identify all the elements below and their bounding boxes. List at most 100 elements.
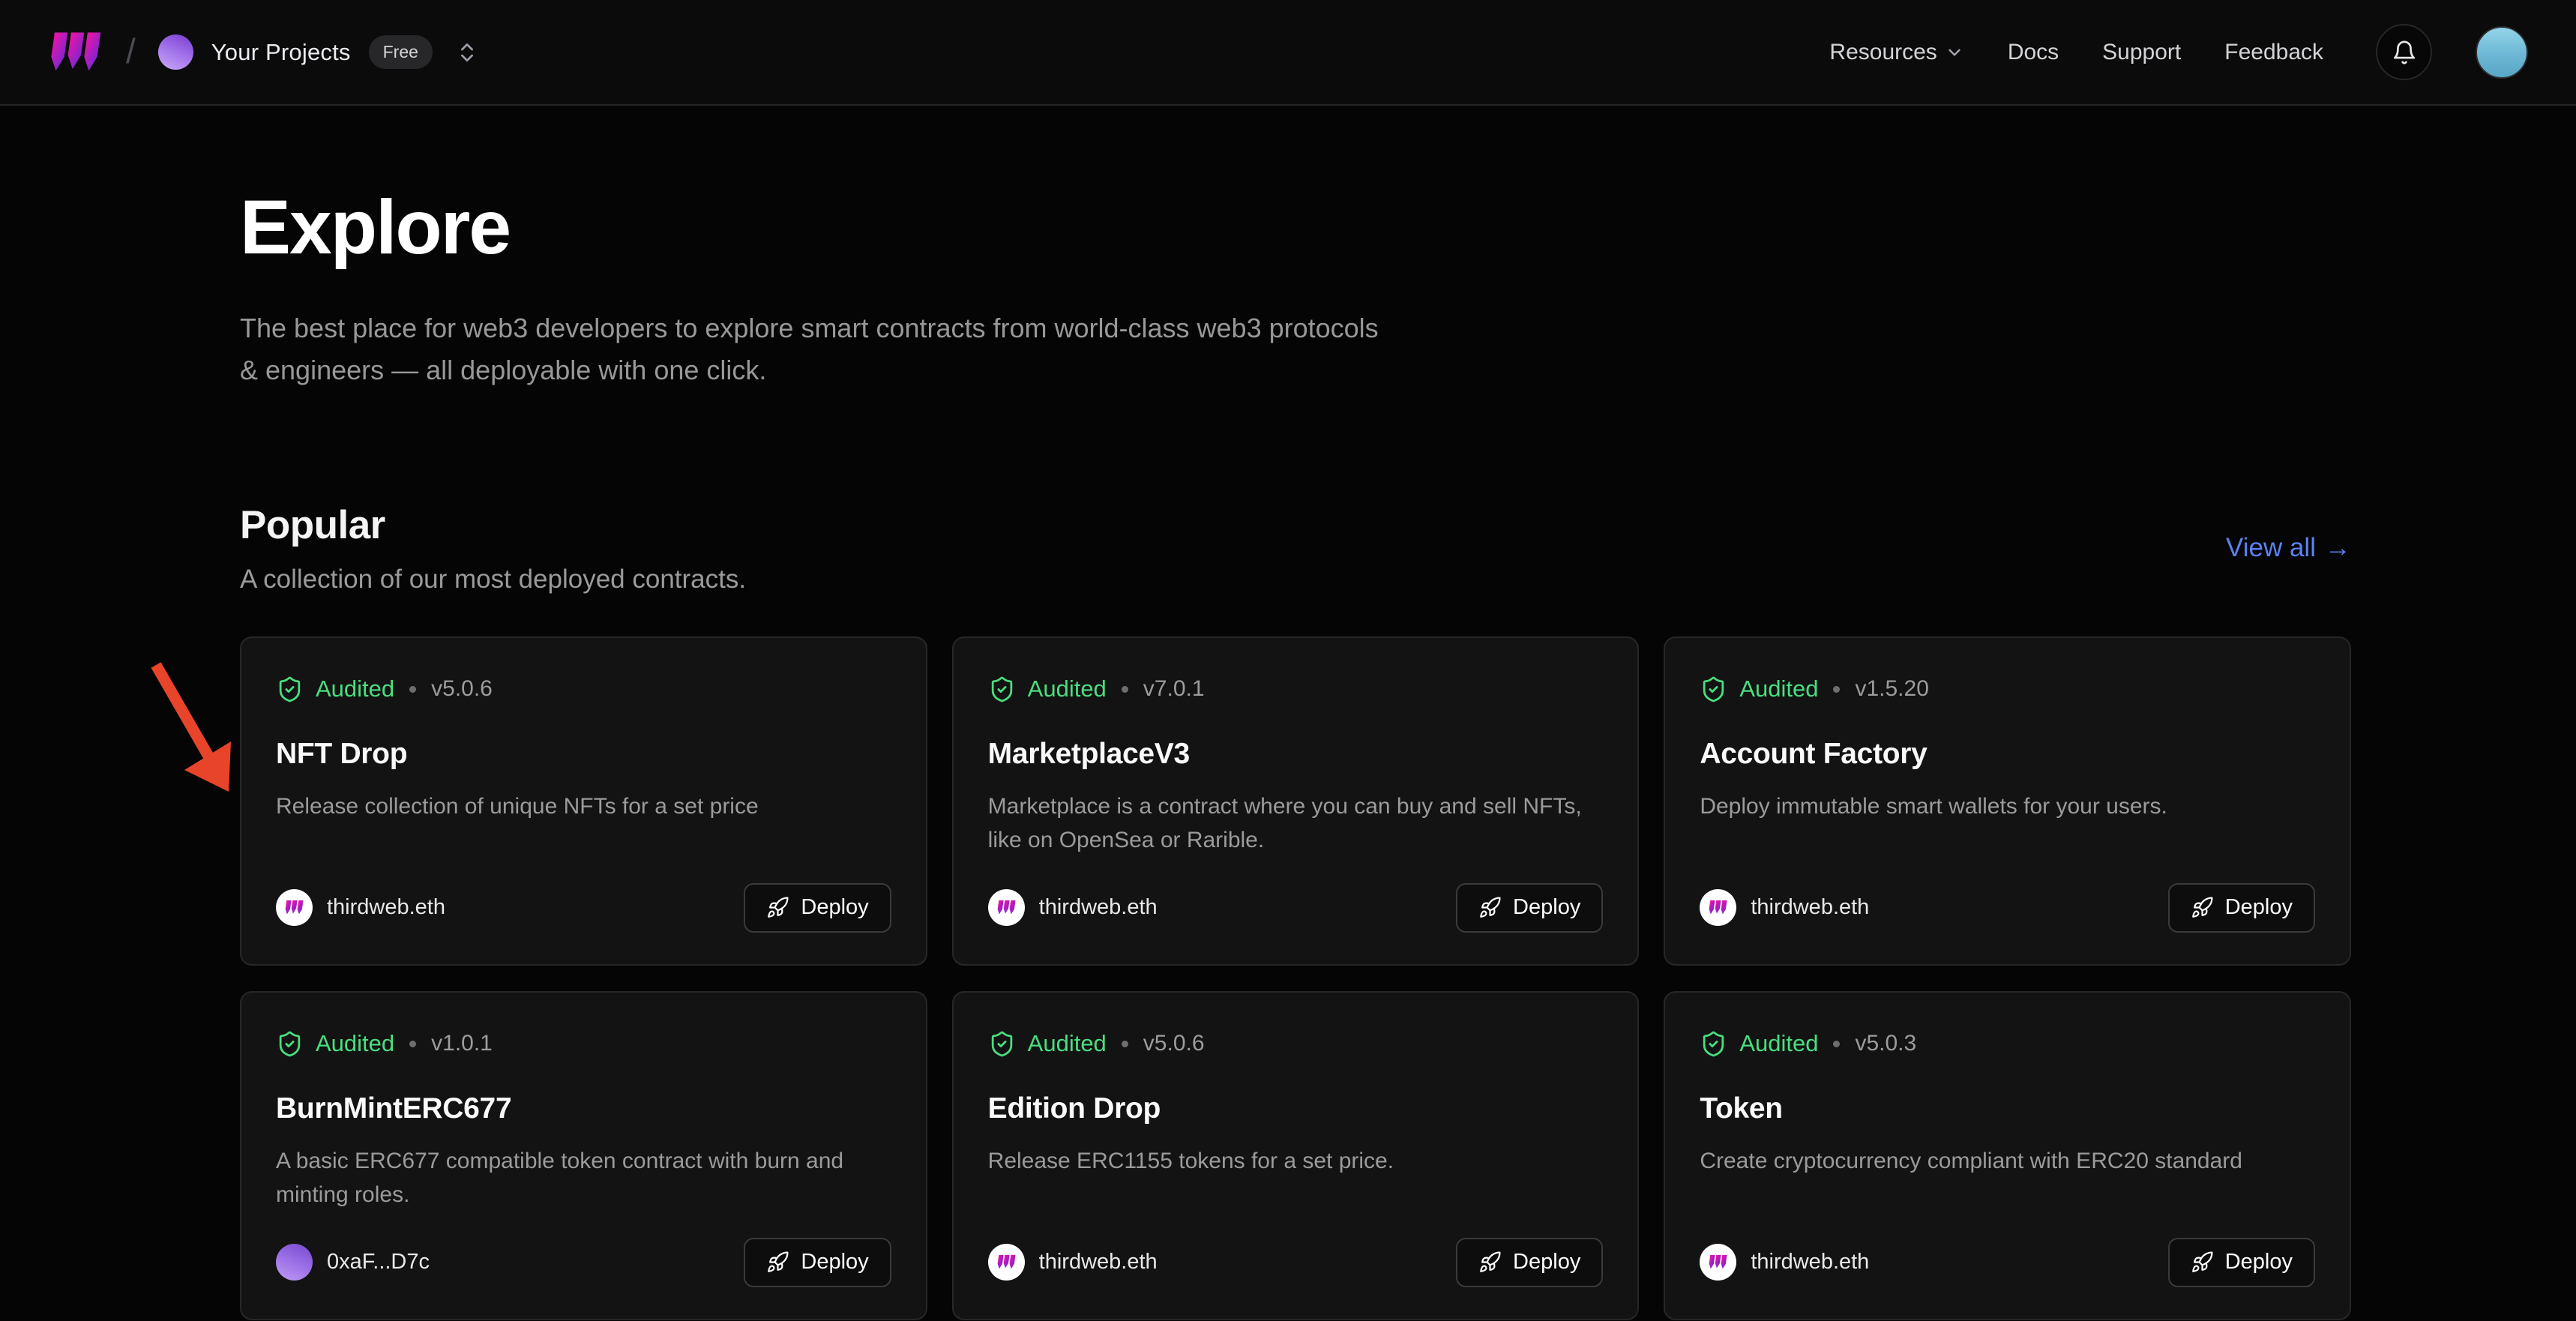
publisher-name: thirdweb.eth (1751, 1250, 1869, 1275)
contract-card-grid: Audited v5.0.6 NFT Drop Release collecti… (240, 637, 2351, 1320)
publisher[interactable]: thirdweb.eth (988, 1244, 1158, 1281)
dot-separator (1122, 1041, 1128, 1047)
shield-check-icon (1700, 1030, 1727, 1058)
page-title: Explore (240, 106, 2351, 271)
contract-title: Account Factory (1700, 738, 2315, 771)
thirdweb-logo-icon[interactable] (48, 31, 103, 74)
deploy-button[interactable]: Deploy (1456, 1238, 1603, 1287)
page-subtitle: The best place for web3 developers to ex… (240, 307, 1387, 391)
contract-card[interactable]: Audited v1.0.1 BurnMintERC677 A basic ER… (240, 991, 927, 1320)
contract-title: MarketplaceV3 (988, 738, 1604, 771)
rocket-icon (2191, 896, 2214, 919)
rocket-icon (766, 1251, 789, 1274)
contract-version: v5.0.6 (1143, 1031, 1205, 1056)
view-all-label: View all (2226, 533, 2316, 563)
publisher-name: thirdweb.eth (1039, 1250, 1158, 1275)
view-all-link[interactable]: View all → (2226, 533, 2351, 563)
publisher[interactable]: thirdweb.eth (276, 889, 445, 926)
shield-check-icon (276, 1030, 304, 1058)
dot-separator (1833, 686, 1840, 693)
contract-title: BurnMintERC677 (276, 1092, 891, 1125)
deploy-button-label: Deploy (1513, 1250, 1580, 1275)
contract-version: v1.5.20 (1855, 676, 1928, 702)
audited-badge: Audited (1739, 675, 1818, 702)
deploy-button[interactable]: Deploy (2168, 883, 2315, 933)
audited-badge: Audited (316, 675, 394, 702)
notifications-button[interactable] (2376, 24, 2432, 80)
chevron-down-icon (1945, 43, 1964, 62)
breadcrumb-separator: / (126, 31, 136, 71)
shield-check-icon (1700, 675, 1727, 703)
deploy-button[interactable]: Deploy (1456, 883, 1603, 933)
publisher[interactable]: thirdweb.eth (1700, 1244, 1869, 1281)
publisher[interactable]: thirdweb.eth (988, 889, 1158, 926)
contract-version: v7.0.1 (1143, 676, 1205, 702)
contract-title: Token (1700, 1092, 2315, 1125)
top-nav: / Your Projects Free Resources Docs Supp… (0, 0, 2576, 106)
contract-version: v5.0.6 (431, 676, 493, 702)
project-switcher[interactable]: Your Projects Free (158, 34, 479, 70)
nav-feedback[interactable]: Feedback (2224, 40, 2323, 65)
nav-resources[interactable]: Resources (1829, 40, 1963, 65)
rocket-icon (766, 896, 789, 919)
audited-badge: Audited (316, 1030, 394, 1057)
chevrons-up-down-icon[interactable] (455, 40, 479, 64)
publisher-avatar (1700, 1244, 1736, 1281)
deploy-button[interactable]: Deploy (744, 1238, 891, 1287)
contract-description: Deploy immutable smart wallets for your … (1700, 789, 2315, 823)
publisher[interactable]: thirdweb.eth (1700, 889, 1869, 926)
audited-badge: Audited (1028, 1030, 1107, 1057)
publisher-avatar (988, 889, 1025, 926)
nav-docs[interactable]: Docs (2008, 40, 2059, 65)
dot-separator (409, 686, 416, 693)
contract-version: v1.0.1 (431, 1031, 493, 1056)
rocket-icon (2191, 1251, 2214, 1274)
project-avatar (158, 34, 193, 70)
publisher-avatar (276, 889, 313, 926)
contract-description: Create cryptocurrency compliant with ERC… (1700, 1144, 2315, 1178)
deploy-button-label: Deploy (801, 895, 868, 920)
audited-badge: Audited (1028, 675, 1107, 702)
rocket-icon (1478, 1251, 1502, 1274)
thirdweb-mini-logo-icon (996, 1254, 1017, 1270)
deploy-button-label: Deploy (1513, 895, 1580, 920)
shield-check-icon (988, 1030, 1016, 1058)
contract-card[interactable]: Audited v1.5.20 Account Factory Deploy i… (1664, 637, 2351, 966)
publisher[interactable]: 0xaF...D7c (276, 1244, 430, 1281)
shield-check-icon (276, 675, 304, 703)
deploy-button-label: Deploy (2225, 1250, 2293, 1275)
arrow-right-icon: → (2325, 533, 2351, 563)
publisher-name: 0xaF...D7c (327, 1250, 430, 1275)
publisher-avatar (276, 1244, 313, 1281)
publisher-avatar (988, 1244, 1025, 1281)
publisher-name: thirdweb.eth (1751, 895, 1869, 920)
contract-title: Edition Drop (988, 1092, 1604, 1125)
dot-separator (409, 1041, 416, 1047)
deploy-button[interactable]: Deploy (2168, 1238, 2315, 1287)
plan-badge: Free (369, 35, 433, 69)
publisher-name: thirdweb.eth (327, 895, 445, 920)
contract-card[interactable]: Audited v7.0.1 MarketplaceV3 Marketplace… (952, 637, 1640, 966)
contract-title: NFT Drop (276, 738, 891, 771)
dot-separator (1833, 1041, 1840, 1047)
project-name: Your Projects (211, 39, 351, 66)
contract-card[interactable]: Audited v5.0.6 NFT Drop Release collecti… (240, 637, 927, 966)
nav-support[interactable]: Support (2102, 40, 2181, 65)
publisher-avatar (1700, 889, 1736, 926)
publisher-name: thirdweb.eth (1039, 895, 1158, 920)
contract-description: Release collection of unique NFTs for a … (276, 789, 891, 823)
audited-badge: Audited (1739, 1030, 1818, 1057)
contract-card[interactable]: Audited v5.0.6 Edition Drop Release ERC1… (952, 991, 1640, 1320)
contract-description: Marketplace is a contract where you can … (988, 789, 1604, 857)
bell-icon (2392, 40, 2417, 65)
popular-section-subtitle: A collection of our most deployed contra… (240, 565, 746, 595)
dot-separator (1122, 686, 1128, 693)
nav-resources-label: Resources (1829, 40, 1936, 65)
contract-description: A basic ERC677 compatible token contract… (276, 1144, 891, 1212)
contract-card[interactable]: Audited v5.0.3 Token Create cryptocurren… (1664, 991, 2351, 1320)
user-avatar[interactable] (2476, 26, 2528, 79)
contract-description: Release ERC1155 tokens for a set price. (988, 1144, 1604, 1178)
deploy-button-label: Deploy (2225, 895, 2293, 920)
thirdweb-mini-logo-icon (1708, 1254, 1728, 1270)
deploy-button[interactable]: Deploy (744, 883, 891, 933)
